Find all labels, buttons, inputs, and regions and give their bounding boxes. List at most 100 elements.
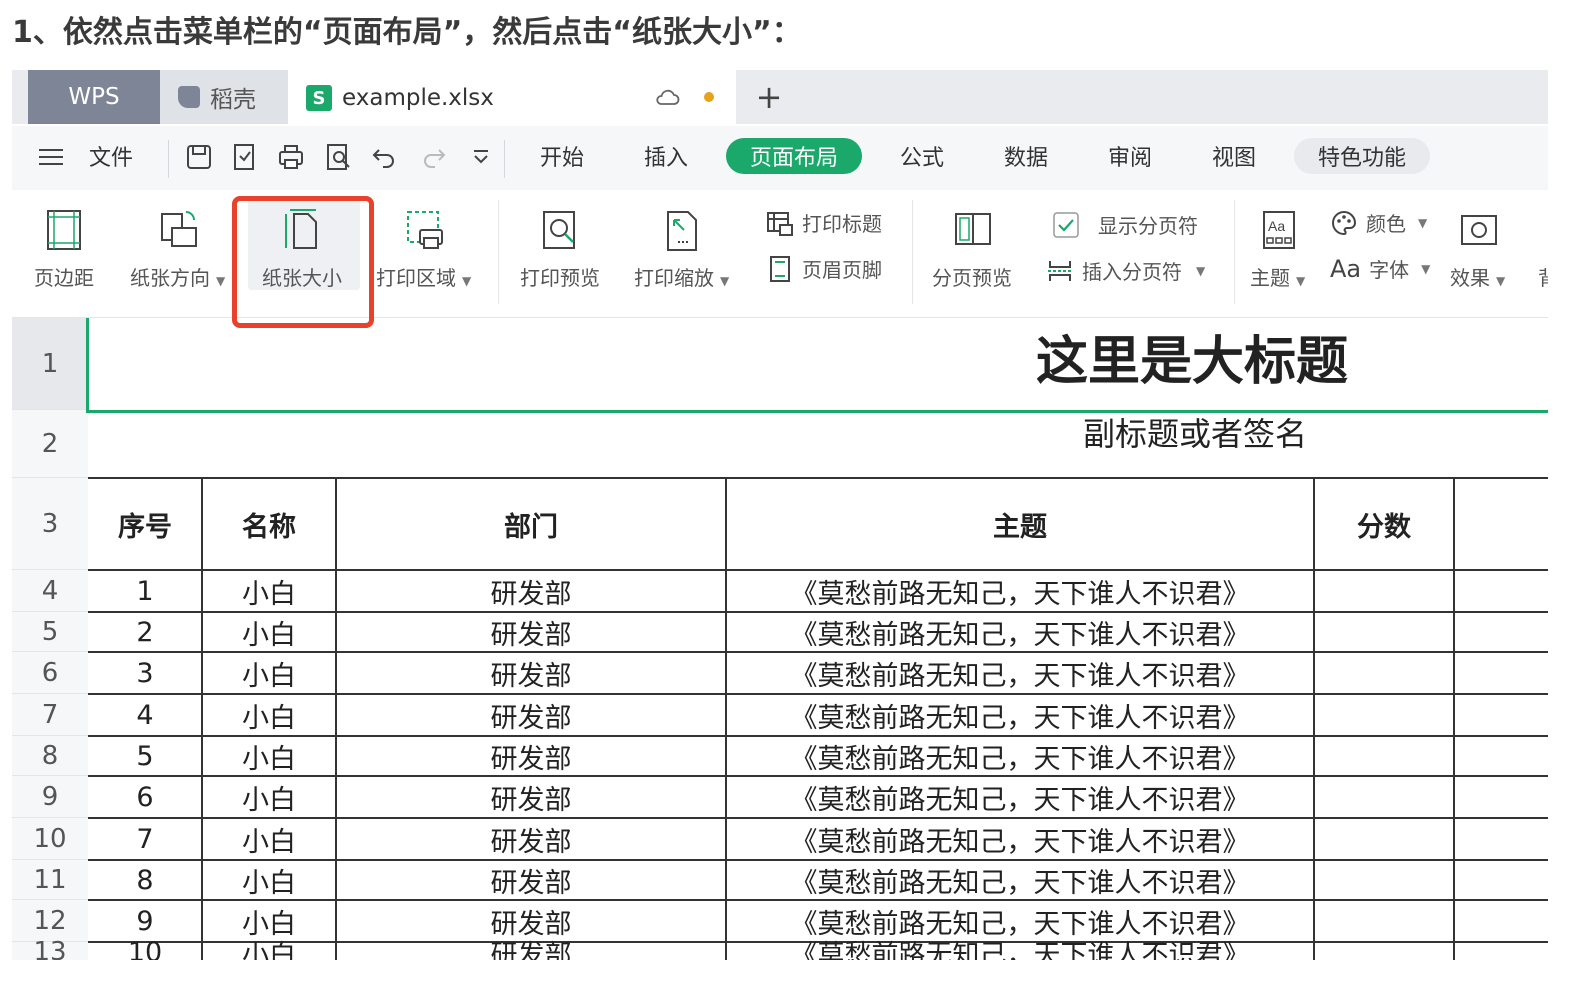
tab-example-xlsx[interactable]: S example.xlsx [288, 70, 736, 126]
table-header-cell[interactable]: 部门 [336, 478, 726, 570]
row-header[interactable]: 11 [12, 860, 88, 900]
table-cell[interactable]: 研发部 [336, 650, 726, 696]
customize-toolbar-icon[interactable] [466, 142, 496, 172]
row-header[interactable]: 1 [12, 318, 88, 410]
table-cell[interactable]: 小白 [202, 610, 336, 654]
undo-icon[interactable] [370, 142, 400, 172]
row-header[interactable]: 2 [12, 410, 88, 478]
row-header[interactable]: 7 [12, 694, 88, 736]
table-cell[interactable]: 研发部 [336, 940, 726, 960]
menu-insert[interactable]: 插入 [630, 138, 702, 174]
menu-data[interactable]: 数据 [990, 138, 1062, 174]
table-cell[interactable]: 6 [88, 774, 202, 820]
table-cell[interactable]: 研发部 [336, 816, 726, 862]
table-cell[interactable]: 《莫愁前路无知己，天下谁人不识君》 [726, 940, 1314, 960]
table-header-cell[interactable]: 分数 [1314, 478, 1454, 570]
daoke-icon [178, 86, 200, 108]
row-header[interactable]: 6 [12, 652, 88, 694]
table-cell[interactable]: 研发部 [336, 774, 726, 820]
page-break-preview-button[interactable]: 分页预览 [932, 208, 1012, 291]
background-button-partial[interactable]: 背 [1538, 262, 1548, 291]
row-header[interactable]: 3 [12, 478, 88, 570]
table-header-cell[interactable]: 主题 [726, 478, 1314, 570]
table-cell[interactable]: 1 [88, 568, 202, 614]
table-cell[interactable]: 小白 [202, 568, 336, 614]
table-cell[interactable]: 《莫愁前路无知己，天下谁人不识君》 [726, 692, 1314, 738]
print-icon[interactable] [276, 142, 306, 172]
print-titles-button[interactable]: 打印标题 [766, 208, 882, 237]
table-cell[interactable]: 《莫愁前路无知己，天下谁人不识君》 [726, 816, 1314, 862]
table-cell[interactable]: 研发部 [336, 734, 726, 778]
table-cell[interactable]: 小白 [202, 774, 336, 820]
table-cell[interactable]: 《莫愁前路无知己，天下谁人不识君》 [726, 610, 1314, 654]
table-header-cell[interactable]: 序号 [88, 478, 202, 570]
table-cell[interactable]: 《莫愁前路无知己，天下谁人不识君》 [726, 568, 1314, 614]
menu-view[interactable]: 视图 [1198, 138, 1270, 174]
table-cell[interactable]: 9 [88, 898, 202, 944]
menu-review[interactable]: 审阅 [1094, 138, 1166, 174]
menu-page-layout[interactable]: 页面布局 [726, 138, 862, 174]
table-cell[interactable]: 小白 [202, 650, 336, 696]
print-preview-icon[interactable] [324, 142, 354, 172]
menu-special-features[interactable]: 特色功能 [1294, 138, 1430, 174]
table-cell[interactable]: 2 [88, 610, 202, 654]
new-tab-button[interactable]: + [754, 70, 784, 124]
row-header[interactable]: 13 [12, 937, 88, 960]
export-pdf-icon[interactable] [230, 142, 260, 172]
effects-button[interactable]: 效果 ▼ [1450, 208, 1505, 291]
separator [504, 140, 505, 178]
insert-page-break-button[interactable]: 插入分页符 ▼ [1046, 256, 1205, 285]
row-header[interactable]: 9 [12, 776, 88, 818]
redo-icon[interactable] [418, 142, 448, 172]
table-cell[interactable]: 《莫愁前路无知己，天下谁人不识君》 [726, 774, 1314, 820]
tab-wps[interactable]: WPS [28, 70, 160, 124]
row-header[interactable]: 5 [12, 612, 88, 652]
table-cell[interactable]: 《莫愁前路无知己，天下谁人不识君》 [726, 734, 1314, 778]
sheet-subtitle[interactable]: 副标题或者签名 [1012, 412, 1378, 452]
margins-button[interactable]: 页边距 [34, 208, 94, 291]
cloud-icon[interactable] [654, 86, 680, 108]
table-cell[interactable]: 10 [88, 940, 202, 960]
table-cell[interactable]: 3 [88, 650, 202, 696]
print-scale-button[interactable]: 打印缩放 ▼ [634, 208, 729, 291]
show-page-breaks-checkbox[interactable]: 显示分页符 [1052, 210, 1198, 239]
menu-formula[interactable]: 公式 [886, 138, 958, 174]
table-cell[interactable]: 研发部 [336, 568, 726, 614]
table-cell[interactable]: 小白 [202, 734, 336, 778]
table-cell[interactable]: 研发部 [336, 898, 726, 944]
hamburger-menu-icon[interactable] [36, 142, 66, 172]
header-footer-button[interactable]: 页眉页脚 [766, 254, 882, 283]
table-cell[interactable]: 《莫愁前路无知己，天下谁人不识君》 [726, 650, 1314, 696]
table-cell[interactable]: 研发部 [336, 858, 726, 902]
print-area-button[interactable]: 打印区域 ▼ [376, 208, 471, 291]
effects-label: 效果 ▼ [1450, 262, 1505, 291]
menu-file[interactable]: 文件 [76, 138, 146, 174]
save-icon[interactable] [184, 142, 214, 172]
table-cell[interactable]: 《莫愁前路无知己，天下谁人不识君》 [726, 898, 1314, 944]
print-preview-button[interactable]: 打印预览 [520, 208, 600, 291]
table-cell[interactable]: 小白 [202, 816, 336, 862]
table-cell[interactable]: 7 [88, 816, 202, 862]
table-cell[interactable]: 小白 [202, 940, 336, 960]
row-header[interactable]: 10 [12, 818, 88, 860]
table-cell[interactable]: 《莫愁前路无知己，天下谁人不识君》 [726, 858, 1314, 902]
row-header[interactable]: 4 [12, 570, 88, 612]
table-cell[interactable]: 小白 [202, 858, 336, 902]
table-cell[interactable]: 研发部 [336, 692, 726, 738]
table-cell[interactable]: 5 [88, 734, 202, 778]
orientation-button[interactable]: 纸张方向 ▼ [130, 208, 225, 291]
menu-start[interactable]: 开始 [526, 138, 598, 174]
table-cell[interactable]: 8 [88, 858, 202, 902]
theme-button[interactable]: Aa 主题 ▼ [1250, 208, 1305, 291]
table-cell[interactable]: 研发部 [336, 610, 726, 654]
sheet-title[interactable]: 这里是大标题 [912, 326, 1472, 387]
table-cell[interactable]: 小白 [202, 692, 336, 738]
table-cell[interactable]: 小白 [202, 898, 336, 944]
table-header-cell[interactable]: 名称 [202, 478, 336, 570]
tab-daoke[interactable]: 稻壳 [160, 70, 288, 124]
fonts-button[interactable]: Aa 字体 ▼ [1330, 254, 1430, 283]
colors-button[interactable]: 颜色 ▼ [1330, 208, 1427, 237]
selected-row-left-border [86, 318, 89, 413]
row-header[interactable]: 8 [12, 736, 88, 776]
table-cell[interactable]: 4 [88, 692, 202, 738]
